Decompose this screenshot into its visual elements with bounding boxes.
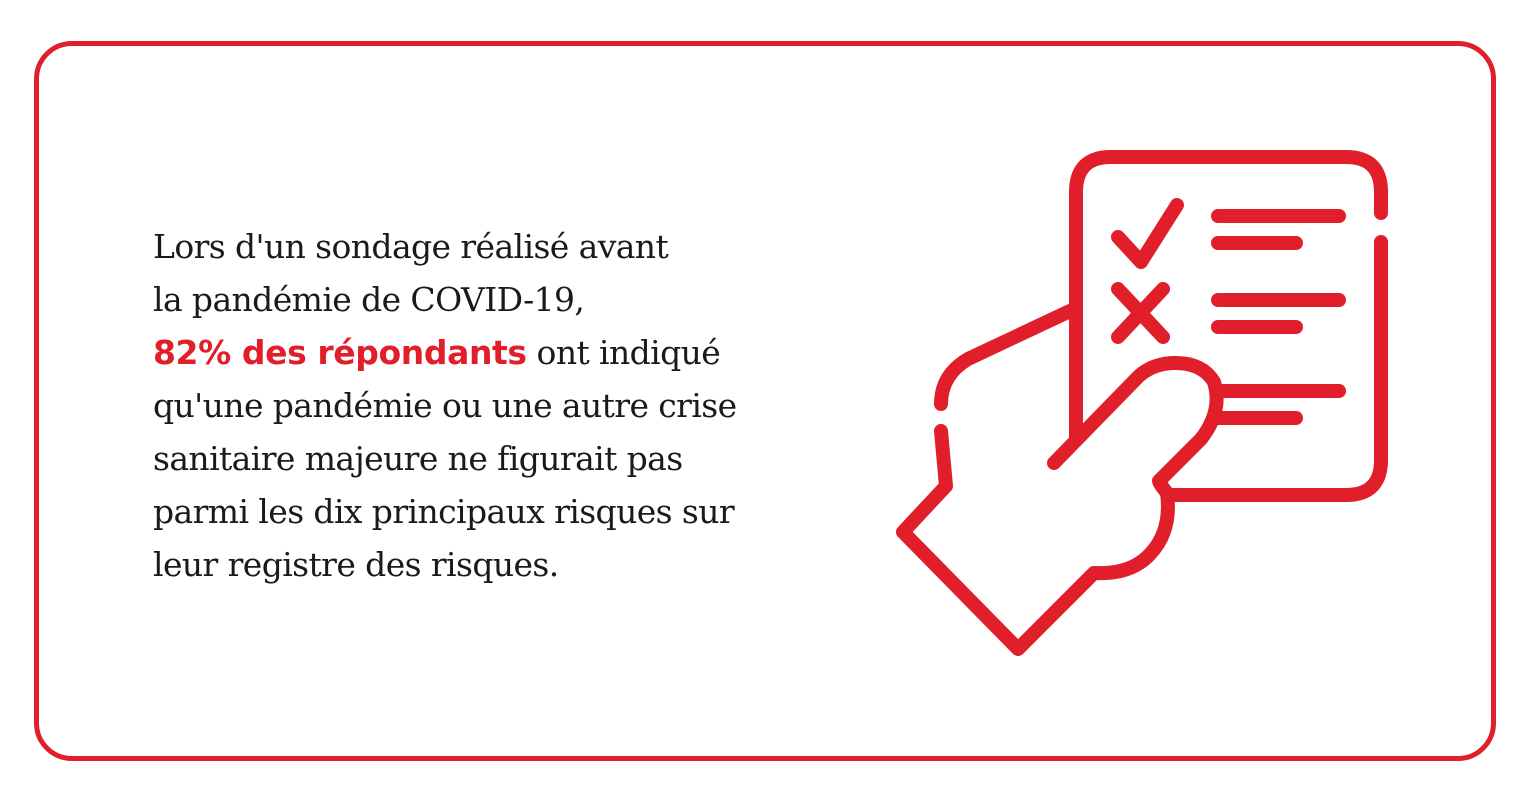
- highlight-statistic: 82% des répondants: [153, 333, 527, 372]
- hand-icon: [896, 304, 1224, 656]
- cross-mark-icon: [1111, 282, 1170, 344]
- check-mark-icon: [1111, 198, 1184, 269]
- statement-line-2: la pandémie de COVID-19,: [153, 280, 585, 319]
- hand-holding-checklist-icon: [880, 140, 1410, 680]
- statement-line-4: qu'une pandémie ou une autre crise: [153, 386, 737, 425]
- list-lines-icon: [1211, 209, 1346, 425]
- survey-statement: Lors d'un sondage réalisé avant la pandé…: [153, 220, 833, 591]
- statement-line-1: Lors d'un sondage réalisé avant: [153, 227, 669, 266]
- statement-line-6: parmi les dix principaux risques sur: [153, 492, 735, 531]
- statement-line-3: 82% des répondants ont indiqué: [153, 326, 833, 379]
- statement-line-3-rest: ont indiqué: [526, 333, 721, 372]
- statement-line-5: sanitaire majeure ne figurait pas: [153, 439, 683, 478]
- statement-line-7: leur registre des risques.: [153, 545, 559, 584]
